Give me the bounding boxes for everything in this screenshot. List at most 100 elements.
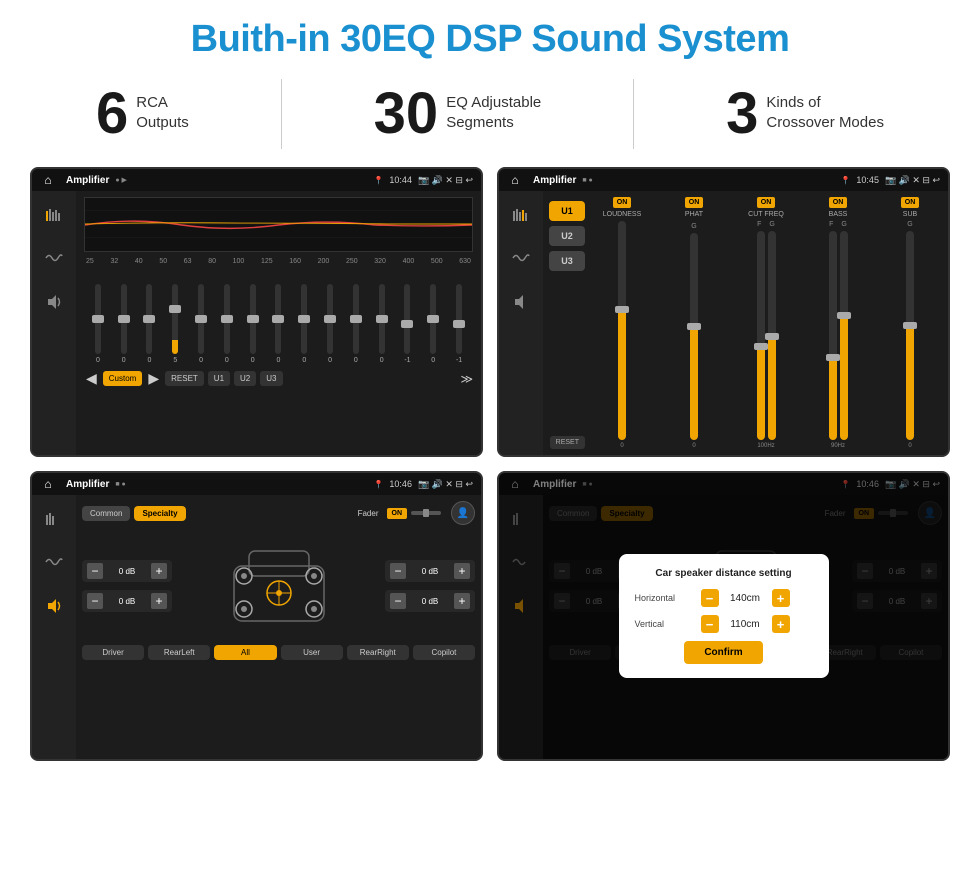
- u1-preset[interactable]: U1: [549, 201, 585, 221]
- fader-label-1: Fader: [358, 509, 379, 518]
- dialog-vertical-label: Vertical: [635, 619, 695, 629]
- sidebar-eq2-icon[interactable]: [506, 199, 536, 229]
- dot-icons-1: ● ▶: [115, 176, 127, 184]
- app-name-3: Amplifier: [66, 479, 109, 490]
- next-btn[interactable]: ▶: [146, 368, 161, 389]
- dialog-vertical-minus[interactable]: −: [701, 615, 719, 633]
- driver-btn-1[interactable]: Driver: [82, 645, 144, 660]
- screen-eq2: ⌂ Amplifier ■ ● 📍 10:45 📷 🔊 ✕ ⊟ ↩: [497, 167, 950, 457]
- home-icon-1: ⌂: [40, 172, 56, 188]
- time-2: 10:45: [856, 175, 879, 185]
- confirm-button[interactable]: Confirm: [684, 641, 762, 664]
- sidebar-speaker2-icon[interactable]: [506, 287, 536, 317]
- sidebar-2: [499, 191, 543, 455]
- all-btn-1[interactable]: All: [214, 645, 276, 660]
- location-icon-3: 📍: [373, 480, 383, 489]
- stat-crossover: 3 Kinds ofCrossover Modes: [726, 85, 884, 143]
- eq-graph: [84, 197, 473, 252]
- user-btn-1[interactable]: User: [281, 645, 343, 660]
- fader-on-toggle-1[interactable]: ON: [387, 508, 408, 519]
- dialog-title: Car speaker distance setting: [635, 568, 813, 579]
- vol-plus-br[interactable]: +: [454, 593, 470, 609]
- dialog-horizontal-minus[interactable]: −: [701, 589, 719, 607]
- reset-btn-2[interactable]: RESET: [550, 436, 585, 449]
- vol-plus-tr[interactable]: +: [454, 563, 470, 579]
- loudness-label: LOUDNESS: [603, 211, 642, 218]
- eq-slider-0: 0: [86, 284, 110, 364]
- specialty-tab-1[interactable]: Specialty: [134, 506, 185, 521]
- sidebar-speaker3-icon[interactable]: [39, 591, 69, 621]
- vol-minus-tr[interactable]: −: [390, 563, 406, 579]
- u3-btn-1[interactable]: U3: [260, 371, 282, 386]
- sidebar-eq-icon[interactable]: [39, 199, 69, 229]
- dialog-vertical-row: Vertical − 110cm +: [635, 615, 813, 633]
- vol-val-tr: 0 dB: [409, 567, 451, 576]
- bass-toggle[interactable]: ON: [829, 197, 848, 208]
- copilot-btn-1[interactable]: Copilot: [413, 645, 475, 660]
- home-icon-3: ⌂: [40, 476, 56, 492]
- vol-plus-bl[interactable]: +: [151, 593, 167, 609]
- phat-toggle[interactable]: ON: [685, 197, 704, 208]
- status-icons-3: 📷 🔊 ✕ ⊟ ↩: [418, 479, 473, 490]
- sidebar-wave3-icon[interactable]: [39, 547, 69, 577]
- vol-minus-bl[interactable]: −: [87, 593, 103, 609]
- bass-g-slider[interactable]: [840, 231, 848, 440]
- status-bar-3: ⌂ Amplifier ■ ● 📍 10:46 📷 🔊 ✕ ⊟ ↩: [32, 473, 481, 495]
- eq-labels: 253240506380100125160200250320400500630: [84, 258, 473, 265]
- status-icons-2: 📷 🔊 ✕ ⊟ ↩: [885, 175, 940, 186]
- stat-text-eq: EQ AdjustableSegments: [446, 85, 541, 132]
- u2-btn-1[interactable]: U2: [234, 371, 256, 386]
- u1-btn-1[interactable]: U1: [208, 371, 230, 386]
- rearright-btn-1[interactable]: RearRight: [347, 645, 409, 660]
- phat-slider[interactable]: [690, 233, 698, 440]
- fader1-main-content: Common Specialty Fader ON 👤 − 0 dB +: [76, 495, 481, 759]
- stat-number-crossover: 3: [726, 85, 758, 143]
- vol-row-br: − 0 dB +: [385, 590, 475, 612]
- rearleft-btn-1[interactable]: RearLeft: [148, 645, 210, 660]
- dialog-horizontal-plus[interactable]: +: [772, 589, 790, 607]
- eq-bottom-controls: ◀ Custom ▶ RESET U1 U2 U3 ≫: [84, 368, 473, 389]
- vol-minus-tl[interactable]: −: [87, 563, 103, 579]
- fader-person-icon[interactable]: 👤: [451, 501, 475, 525]
- cutfreq-label: CUT FREQ: [748, 211, 784, 218]
- sub-toggle[interactable]: ON: [901, 197, 920, 208]
- u2-preset[interactable]: U2: [549, 226, 585, 246]
- stat-divider-1: [281, 79, 282, 149]
- prev-btn[interactable]: ◀: [84, 368, 99, 389]
- u3-preset[interactable]: U3: [549, 251, 585, 271]
- common-tab-1[interactable]: Common: [82, 506, 130, 521]
- reset-btn-1[interactable]: RESET: [165, 371, 204, 386]
- vol-plus-tl[interactable]: +: [151, 563, 167, 579]
- stat-number-eq: 30: [374, 85, 439, 143]
- cutfreq-f-slider[interactable]: [757, 231, 765, 440]
- vol-row-bl: − 0 dB +: [82, 590, 172, 612]
- location-icon-2: 📍: [840, 176, 850, 185]
- sidebar-wave2-icon[interactable]: [506, 243, 536, 273]
- cutfreq-g-slider[interactable]: [768, 231, 776, 440]
- loudness-slider[interactable]: [618, 221, 626, 440]
- sidebar-speaker-icon[interactable]: [39, 287, 69, 317]
- speaker-layout-1: − 0 dB + − 0 dB +: [82, 531, 475, 641]
- dialog-vertical-value: 110cm: [723, 619, 768, 630]
- sidebar-eq3-icon[interactable]: [39, 503, 69, 533]
- dialog-vertical-ctrl: − 110cm +: [701, 615, 790, 633]
- cutfreq-toggle[interactable]: ON: [757, 197, 776, 208]
- fader-slider-icon: [411, 506, 441, 520]
- sub-slider[interactable]: [906, 231, 914, 440]
- screen-fader1: ⌂ Amplifier ■ ● 📍 10:46 📷 🔊 ✕ ⊟ ↩: [30, 471, 483, 761]
- bass-f-slider[interactable]: [829, 231, 837, 440]
- sidebar-wave-icon[interactable]: [39, 243, 69, 273]
- preset-col: U1 U2 U3 RESET: [549, 197, 585, 449]
- loudness-toggle[interactable]: ON: [613, 197, 632, 208]
- dot-icons-2: ■ ●: [582, 177, 592, 184]
- eq2-main-content: U1 U2 U3 RESET ON LOUDNESS: [543, 191, 948, 455]
- dialog-vertical-plus[interactable]: +: [772, 615, 790, 633]
- car-diagram: [219, 531, 339, 641]
- vol-minus-br[interactable]: −: [390, 593, 406, 609]
- vol-val-bl: 0 dB: [106, 597, 148, 606]
- stat-divider-2: [633, 79, 634, 149]
- vol-val-tl: 0 dB: [106, 567, 148, 576]
- fader-tabs-1: Common Specialty Fader ON 👤: [82, 501, 475, 525]
- time-1: 10:44: [389, 175, 412, 185]
- custom-btn[interactable]: Custom: [103, 371, 143, 386]
